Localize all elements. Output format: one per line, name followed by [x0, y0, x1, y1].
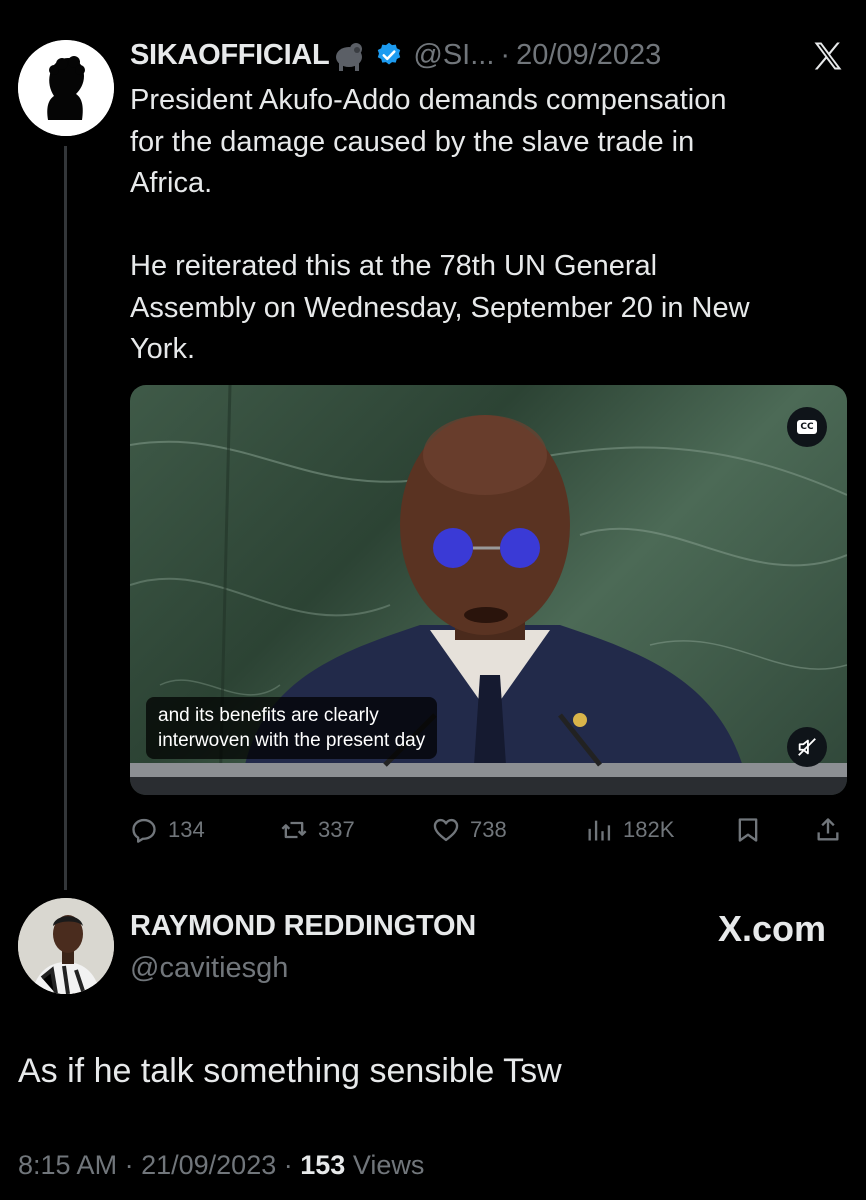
avatar-photo-image: [18, 898, 114, 994]
reply-icon: [132, 818, 156, 843]
video-caption: and its benefits are clearly interwoven …: [146, 697, 438, 759]
avatar-sikaofficial[interactable]: [18, 40, 114, 136]
reply-button[interactable]: 134: [130, 810, 205, 850]
x-com-watermark: X.com: [717, 908, 826, 949]
tweet-body-text: President Akufo-Addo demands compensatio…: [130, 84, 750, 365]
like-button[interactable]: 738: [432, 810, 507, 850]
analytics-bars-icon: [588, 820, 611, 841]
user-handle[interactable]: @SI...: [413, 39, 494, 72]
reply-display-name[interactable]: RAYMOND REDDINGTON: [130, 910, 476, 943]
reply-metadata: 8:15 AM · 21/09/2023 · 153 Views: [18, 1150, 424, 1181]
repost-button[interactable]: 337: [280, 810, 355, 850]
speaker-muted-icon: [798, 738, 816, 756]
tweet-action-bar: 134 337 738 182K: [130, 810, 850, 850]
separator-dot: ·: [283, 1150, 293, 1180]
share-button[interactable]: [814, 810, 852, 850]
views-button[interactable]: 182K: [585, 810, 674, 850]
gorilla-emoji-icon: [331, 37, 367, 73]
views-count: 182K: [623, 817, 675, 842]
share-icon: [817, 818, 839, 841]
avatar-silhouette-image: [18, 40, 114, 136]
heart-icon: [433, 818, 459, 842]
separator-dot: ·: [500, 38, 511, 71]
video-player[interactable]: CC and its benefits are clearly interwov…: [130, 385, 847, 795]
x-logo-icon: [810, 38, 846, 74]
verified-badge-icon: [375, 41, 403, 69]
tweet-date[interactable]: 20/09/2023: [516, 39, 661, 72]
mute-button[interactable]: [787, 727, 827, 767]
bookmark-icon: [738, 818, 758, 842]
reply-user-handle[interactable]: @cavitiesgh: [130, 952, 288, 985]
separator-dot: ·: [124, 1150, 134, 1180]
repost-icon: [281, 821, 307, 839]
repost-count: 337: [318, 817, 355, 842]
reply-views-count: 153: [300, 1150, 346, 1180]
thread-connector-line: [64, 146, 67, 890]
display-name[interactable]: SIKAOFFICIAL: [130, 39, 330, 72]
tweet-header: SIKAOFFICIAL @SI... · 20/09/2023: [130, 30, 661, 80]
cc-icon: CC: [797, 420, 817, 434]
reply-time[interactable]: 8:15 AM: [18, 1150, 117, 1180]
bookmark-button[interactable]: [734, 810, 772, 850]
reply-date[interactable]: 21/09/2023: [141, 1150, 276, 1180]
reply-body-text: As if he talk something sensible Tsw: [18, 1052, 562, 1090]
closed-captions-button[interactable]: CC: [787, 407, 827, 447]
like-count: 738: [470, 817, 507, 842]
reply-count: 134: [168, 817, 205, 842]
avatar-raymond-reddington[interactable]: [18, 898, 114, 994]
reply-views-label: Views: [352, 1150, 425, 1180]
